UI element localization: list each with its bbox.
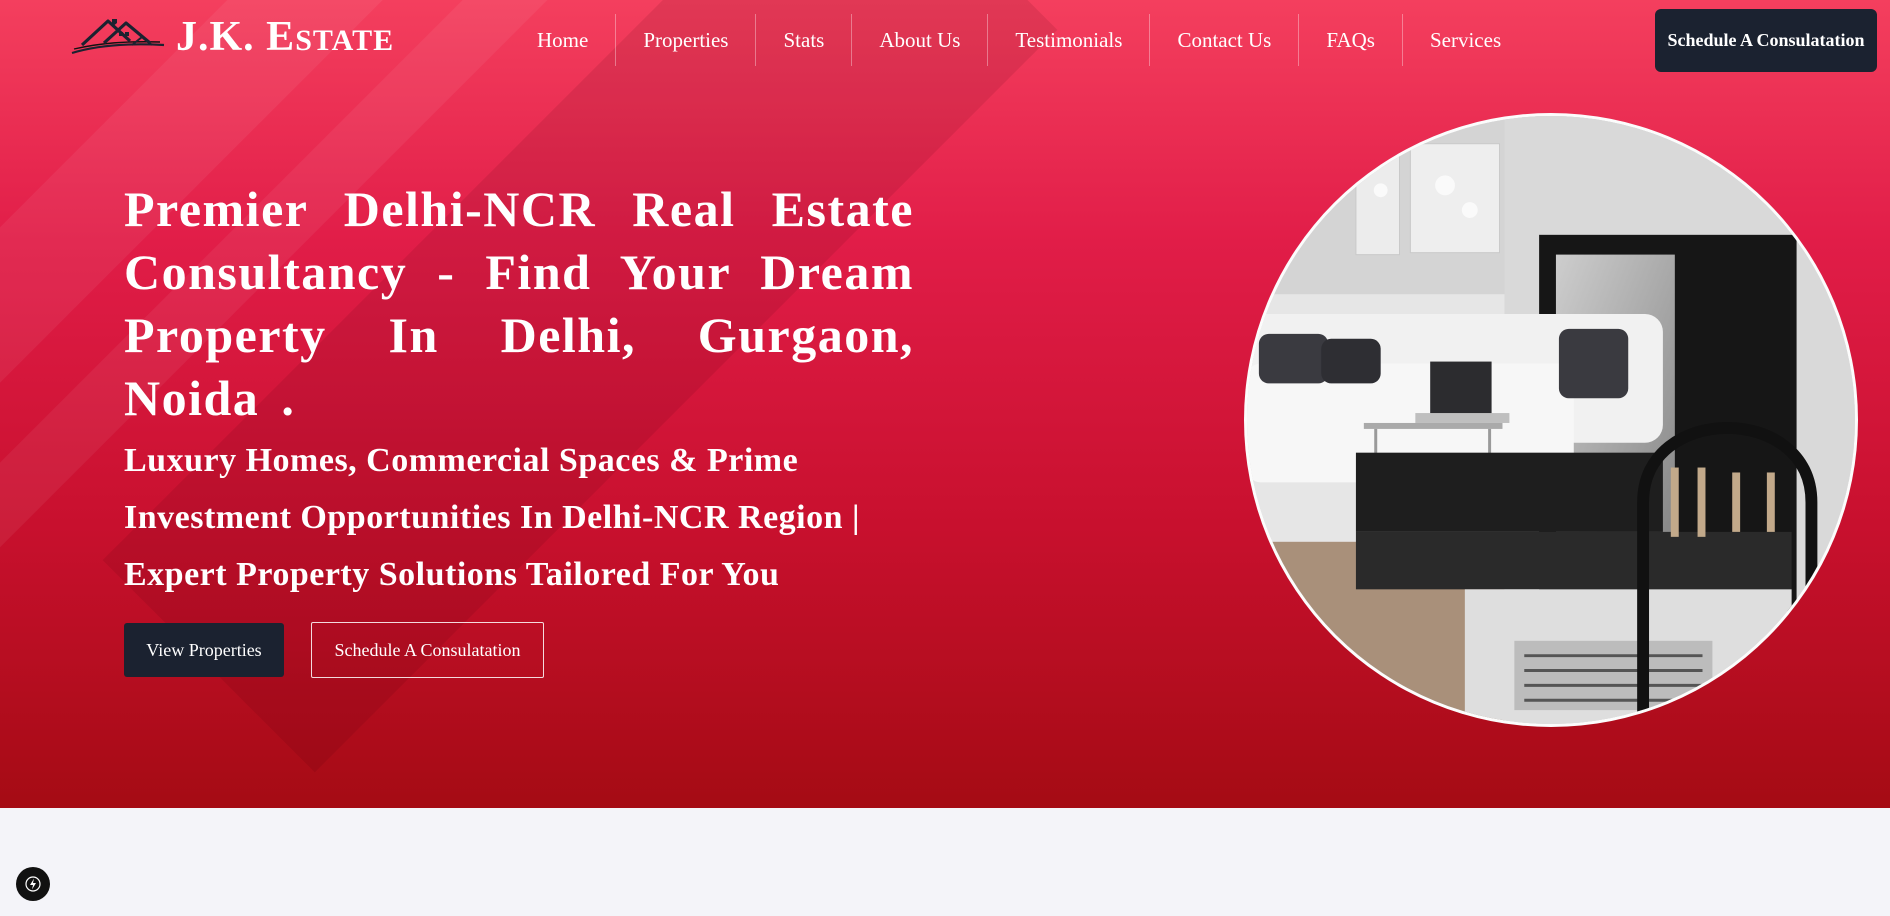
hero-interior-photo bbox=[1244, 113, 1858, 727]
nav-link-about-us[interactable]: About Us bbox=[852, 14, 989, 66]
nav-link-testimonials[interactable]: Testimonials bbox=[988, 14, 1151, 66]
hero-section: J.K. ESTATE Home Properties Stats About … bbox=[0, 0, 1890, 808]
nav-link-contact-us[interactable]: Contact Us bbox=[1150, 14, 1300, 66]
schedule-consultation-hero-button[interactable]: Schedule A Consulatation bbox=[311, 622, 544, 678]
nav-link-home[interactable]: Home bbox=[510, 14, 617, 66]
hero-subtitle: Luxury Homes, Commercial Spaces & Prime … bbox=[124, 442, 861, 593]
nav-link-properties[interactable]: Properties bbox=[616, 14, 757, 66]
lightning-glyph bbox=[25, 876, 41, 892]
lightning-icon[interactable] bbox=[16, 867, 50, 901]
nav-link-services[interactable]: Services bbox=[1403, 14, 1528, 66]
brand-name: J.K. ESTATE bbox=[176, 14, 395, 60]
schedule-consultation-nav-button[interactable]: Schedule A Consulatation bbox=[1655, 9, 1877, 72]
hero-title: Premier Delhi-NCR Real Estate Consultanc… bbox=[124, 181, 914, 426]
brand-logo[interactable]: J.K. ESTATE bbox=[68, 14, 394, 60]
house-roof-logo-icon bbox=[71, 19, 165, 55]
nav-link-faqs[interactable]: FAQs bbox=[1299, 14, 1403, 66]
living-room-illustration bbox=[1247, 116, 1855, 724]
view-properties-button[interactable]: View Properties bbox=[124, 623, 284, 677]
main-navigation: Home Properties Stats About Us Testimoni… bbox=[510, 14, 1528, 66]
navbar: J.K. ESTATE Home Properties Stats About … bbox=[0, 0, 1890, 80]
nav-link-stats[interactable]: Stats bbox=[756, 14, 853, 66]
